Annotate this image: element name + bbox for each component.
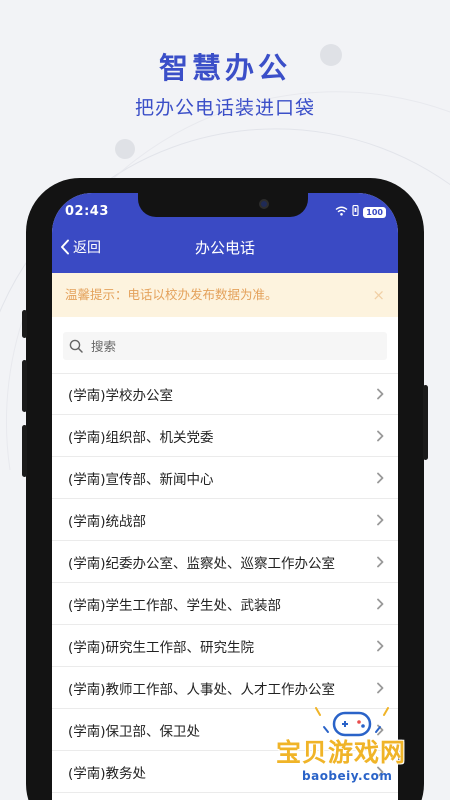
close-icon[interactable]: ×: [372, 273, 385, 317]
phone-side-button-power: [423, 385, 428, 460]
department-name: (学南)统战部: [68, 513, 147, 530]
department-name: (学南)宣传部、新闻中心: [68, 471, 214, 488]
chevron-right-icon: [377, 640, 384, 651]
status-icons: 100: [335, 204, 386, 219]
phone-side-button-volume-down: [22, 425, 27, 477]
department-name: (学南)学校办公室: [68, 388, 174, 404]
notice-banner: 温馨提示：电话以校办发布数据为准。 ×: [52, 273, 398, 317]
promo-header: 智慧办公 把办公电话装进口袋: [0, 46, 450, 122]
chevron-right-icon: [377, 514, 384, 525]
promo-subtitle: 把办公电话装进口袋: [134, 97, 315, 119]
search-box[interactable]: [63, 332, 387, 360]
phone-side-button-volume-up: [22, 360, 27, 412]
department-name: (学南)研究生工作部、研究生院: [68, 639, 255, 656]
app-header: 02:43 100 返回 办公电话: [52, 193, 398, 273]
promo-title: 智慧办公: [158, 51, 291, 85]
phone-side-button-mute: [22, 310, 27, 338]
department-name: (学南)保卫部、保卫处: [68, 723, 201, 740]
list-item[interactable]: (学南)统战部: [52, 499, 398, 541]
department-name: (学南)纪委办公室、监察处、巡察工作办公室: [68, 555, 336, 572]
search-bar: [52, 317, 398, 373]
battery-icon: 100: [363, 206, 386, 218]
notice-text: 温馨提示：电话以校办发布数据为准。: [65, 287, 278, 302]
search-input[interactable]: [91, 338, 371, 354]
vibrate-icon: [352, 204, 359, 219]
department-name: (学南)组织部、机关党委: [68, 429, 214, 446]
camera-notch: [138, 193, 308, 217]
wifi-icon: [335, 206, 348, 219]
chevron-right-icon: [377, 430, 384, 441]
watermark-url: baobeiy.com: [302, 769, 393, 783]
status-time: 02:43: [65, 204, 109, 219]
search-icon: [69, 339, 83, 353]
camera-lens: [259, 199, 269, 209]
watermark-text: 宝贝游戏网: [276, 738, 407, 767]
department-name: (学南)学生工作部、学生处、武装部: [68, 597, 282, 614]
list-item[interactable]: (学南)宣传部、新闻中心: [52, 457, 398, 499]
list-item[interactable]: (学南)教师工作部、人事处、人才工作办公室: [52, 667, 398, 709]
list-item[interactable]: (学南)组织部、机关党委: [52, 415, 398, 457]
chevron-right-icon: [377, 682, 384, 693]
chevron-right-icon: [377, 472, 384, 483]
list-item[interactable]: (学南)纪委办公室、监察处、巡察工作办公室: [52, 541, 398, 583]
list-item[interactable]: (学南)研究生工作部、研究生院: [52, 625, 398, 667]
chevron-right-icon: [377, 598, 384, 609]
department-name: (学南)教务处: [68, 765, 147, 782]
chevron-right-icon: [377, 388, 384, 400]
department-name: (学南)教师工作部、人事处、人才工作办公室: [68, 681, 336, 698]
page-title: 办公电话: [194, 239, 255, 257]
list-item[interactable]: (学南)学校办公室: [52, 373, 398, 415]
chevron-right-icon: [377, 556, 384, 567]
watermark-logo: 宝贝游戏网 baobeiy.com: [272, 705, 447, 797]
list-item[interactable]: (学南)学生工作部、学生处、武装部: [52, 583, 398, 625]
